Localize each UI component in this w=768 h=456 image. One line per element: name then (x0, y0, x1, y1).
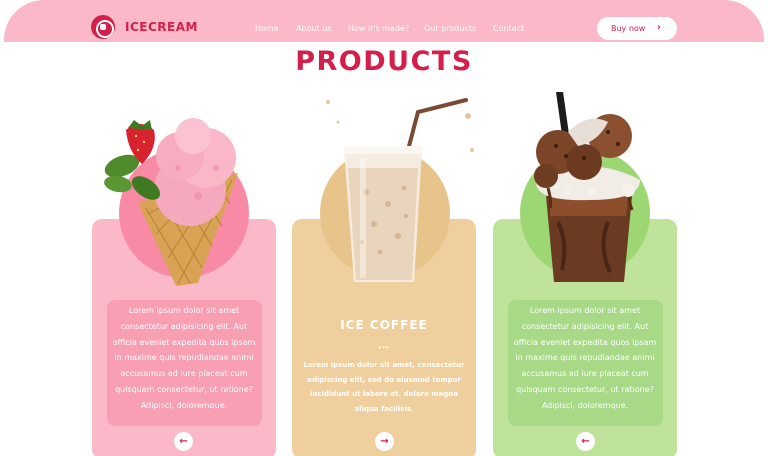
dots-divider: ••• (378, 343, 390, 352)
nav-item-home[interactable]: Home (255, 24, 279, 33)
ice-cream-cone-image (98, 118, 243, 288)
arrow-left-button[interactable]: ← (576, 432, 595, 451)
product-name: ICE COFFEE (340, 318, 428, 332)
product-description: Lorem ipsum dolor sit amet, consectetur … (303, 361, 465, 413)
iced-coffee-image (318, 92, 478, 292)
product-description: Lorem ipsum dolor sit amet consectetur a… (513, 306, 657, 410)
nav-item-contact[interactable]: Contact (493, 24, 524, 33)
arrow-left-icon: ← (581, 436, 590, 447)
nav-item-about-us[interactable]: About us (296, 24, 331, 33)
buy-now-label: Buy now (611, 24, 646, 33)
page-title: PRODUCTS (295, 46, 473, 77)
buy-now-button[interactable]: Buy now › (597, 17, 677, 40)
nav-item-how-its-made[interactable]: How it's made? (348, 24, 409, 33)
product-description: Lorem ipsum dolor sit amet consectetur a… (112, 306, 256, 410)
arrow-right-button[interactable]: → (375, 432, 394, 451)
arrow-left-icon: ← (179, 436, 188, 447)
chevron-right-icon: › (656, 22, 661, 33)
nav-item-our-products[interactable]: Our products (424, 24, 476, 33)
arrow-right-icon: → (380, 436, 389, 447)
arrow-left-button[interactable]: ← (174, 432, 193, 451)
chocolate-milkshake-image (528, 91, 668, 287)
